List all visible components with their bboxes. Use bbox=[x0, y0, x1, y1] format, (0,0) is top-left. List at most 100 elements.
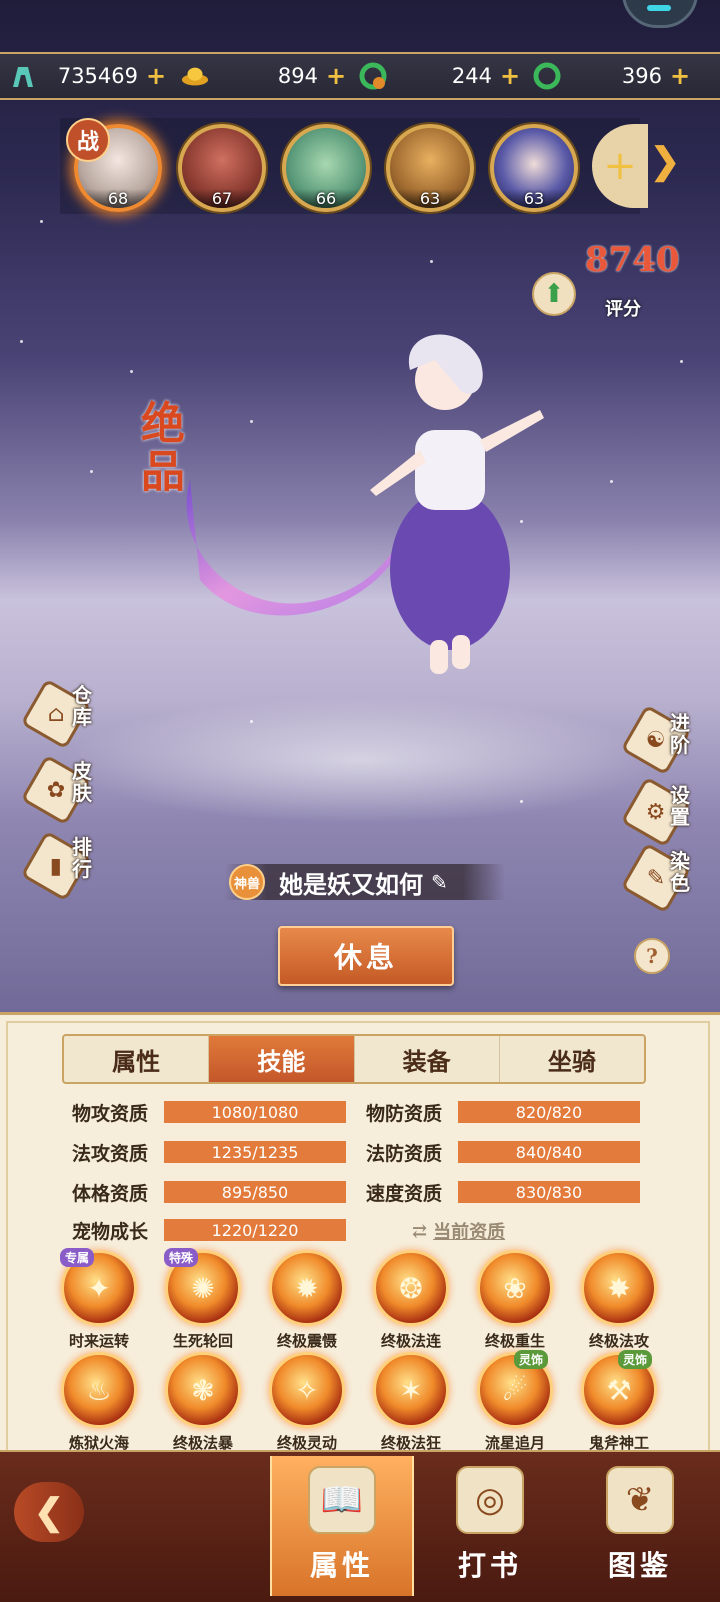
nav-label: 属性 bbox=[309, 1549, 374, 1582]
add-gold-button[interactable]: + bbox=[326, 62, 346, 90]
resource-gold: 894 + bbox=[180, 54, 350, 98]
skill-item[interactable]: ✶ 终极法狂 bbox=[366, 1352, 456, 1452]
stat-label: 法防资质 bbox=[366, 1142, 443, 1165]
side-label: 仓库 bbox=[72, 683, 92, 729]
pet-level: 63 bbox=[390, 189, 470, 208]
skill-item[interactable]: ❀ 终极重生 bbox=[470, 1250, 560, 1350]
skill-item[interactable]: ☄ 灵饰 流星追月 bbox=[470, 1350, 560, 1452]
house-icon: ⌂ bbox=[47, 701, 65, 727]
current-quality-label: 当前资质 bbox=[433, 1222, 506, 1243]
jade-ring-icon bbox=[532, 61, 562, 91]
yin-yang-icon: ☯ bbox=[646, 727, 666, 753]
skill-item[interactable]: ♨ 炼狱火海 bbox=[54, 1352, 144, 1452]
cat-book-icon: ❦ bbox=[606, 1466, 674, 1534]
skill-item[interactable]: ✧ 终极灵动 bbox=[262, 1352, 352, 1452]
add-jade-button[interactable]: + bbox=[670, 62, 690, 90]
stat-row: 法防资质 840/840 bbox=[366, 1140, 640, 1165]
tab-equipment[interactable]: 装备 bbox=[355, 1036, 500, 1082]
stat-row: 速度资质 830/830 bbox=[366, 1180, 640, 1205]
nav-attributes[interactable]: 📖 属性 bbox=[270, 1456, 414, 1596]
help-icon[interactable]: ? bbox=[634, 938, 670, 974]
stat-value: 840/840 bbox=[458, 1141, 640, 1163]
tab-mount[interactable]: 坐骑 bbox=[500, 1036, 644, 1082]
tab-attributes[interactable]: 属性 bbox=[64, 1036, 210, 1082]
pet-level: 63 bbox=[494, 189, 574, 208]
skill-item[interactable]: ❃ 终极法暴 bbox=[158, 1352, 248, 1452]
paw-icon: ✿ bbox=[46, 777, 66, 803]
add-bound-jade-button[interactable]: + bbox=[500, 62, 520, 90]
bound-jade-icon bbox=[358, 61, 388, 91]
skill-badge: 特殊 bbox=[164, 1248, 199, 1267]
gold-ingot-icon bbox=[180, 61, 210, 91]
skill-icon: ❂ bbox=[373, 1250, 449, 1326]
resource-bound-jade: 244 + bbox=[358, 54, 528, 98]
side-label: 皮肤 bbox=[72, 759, 92, 805]
side-label: 染色 bbox=[670, 849, 690, 895]
rest-button[interactable]: 休息 bbox=[278, 926, 454, 986]
tower-icon bbox=[8, 61, 38, 91]
pet-avatar[interactable]: 66 bbox=[282, 124, 370, 212]
stat-row: 宠物成长 1220/1220 bbox=[72, 1218, 346, 1243]
stat-value: 895/850 bbox=[164, 1181, 346, 1203]
nav-label: 图鉴 bbox=[607, 1549, 672, 1582]
pet-avatar[interactable]: 63 bbox=[490, 124, 578, 212]
stat-value: 1080/1080 bbox=[164, 1101, 346, 1123]
pet-level: 68 bbox=[78, 189, 158, 208]
battle-badge: 战 bbox=[66, 118, 110, 162]
resource-value: 735469 bbox=[57, 64, 138, 88]
chevron-right-icon[interactable]: ❯ bbox=[650, 140, 680, 182]
pet-tag-badge: 神兽 bbox=[229, 864, 265, 900]
nav-label: 打书 bbox=[457, 1549, 522, 1582]
nav-skill-book[interactable]: ◎ 打书 bbox=[420, 1456, 560, 1596]
skill-item[interactable]: ✹ 终极震慑 bbox=[262, 1250, 352, 1350]
swirl-icon: ◎ bbox=[456, 1466, 524, 1534]
skill-icon: ❀ bbox=[477, 1250, 553, 1326]
gear-icon: ⚙ bbox=[646, 799, 666, 825]
stat-value: 1220/1220 bbox=[164, 1219, 346, 1241]
stat-row: 体格资质 895/850 bbox=[72, 1180, 346, 1205]
palette-icon: ✎ bbox=[646, 865, 666, 891]
bar-chart-icon: ▮ bbox=[49, 853, 63, 879]
resource-value: 244 bbox=[451, 64, 492, 88]
skill-icon: ✧ bbox=[269, 1352, 345, 1428]
resource-jade: 396 + bbox=[532, 54, 712, 98]
score-value: 8740 bbox=[585, 240, 680, 280]
add-tower-button[interactable]: + bbox=[146, 62, 166, 90]
current-quality-toggle[interactable]: ⇄ 当前资质 bbox=[412, 1218, 505, 1244]
score-label: 评分 bbox=[605, 299, 641, 320]
stat-value: 820/820 bbox=[458, 1101, 640, 1123]
skill-badge: 专属 bbox=[60, 1248, 95, 1267]
back-button[interactable]: ❮ bbox=[14, 1482, 84, 1542]
skill-badge: 灵饰 bbox=[513, 1350, 548, 1369]
resource-tower: 735469 + bbox=[8, 54, 170, 98]
pet-avatar[interactable]: 67 bbox=[178, 124, 266, 212]
stat-label: 物防资质 bbox=[366, 1102, 443, 1125]
skill-item[interactable]: ✸ 终极法攻 bbox=[574, 1250, 664, 1350]
resource-value: 894 bbox=[277, 64, 318, 88]
pet-name-bar: 神兽 她是妖又如何 ✎ bbox=[225, 864, 505, 900]
skill-item[interactable]: ✺ 特殊 生死轮回 bbox=[158, 1248, 248, 1350]
stat-label: 速度资质 bbox=[366, 1182, 443, 1205]
skill-name: 终极法攻 bbox=[588, 1332, 649, 1350]
resource-value: 396 bbox=[621, 64, 662, 88]
nav-collection[interactable]: ❦ 图鉴 bbox=[570, 1456, 710, 1596]
skill-item[interactable]: ❂ 终极法连 bbox=[366, 1250, 456, 1350]
pet-character bbox=[186, 334, 544, 674]
side-label: 进阶 bbox=[670, 711, 690, 757]
back-arrow-icon: ❮ bbox=[33, 1491, 65, 1533]
skill-item[interactable]: ⚒ 灵饰 鬼斧神工 bbox=[574, 1350, 664, 1452]
upgrade-arrow-icon[interactable]: ⬆ bbox=[532, 272, 576, 316]
skill-icon: ✶ bbox=[373, 1352, 449, 1428]
skill-icon: ❃ bbox=[165, 1352, 241, 1428]
skill-badge: 灵饰 bbox=[617, 1350, 652, 1369]
edit-icon[interactable]: ✎ bbox=[431, 870, 448, 894]
tab-skills[interactable]: 技能 bbox=[209, 1036, 355, 1082]
side-label: 设置 bbox=[670, 783, 690, 829]
panel-tabs: 属性 技能 装备 坐骑 bbox=[62, 1034, 646, 1084]
stat-value: 1235/1235 bbox=[164, 1141, 346, 1163]
pet-level: 67 bbox=[182, 189, 262, 208]
pet-name: 她是妖又如何 bbox=[279, 869, 423, 899]
pet-avatar[interactable]: 63 bbox=[386, 124, 474, 212]
skill-item[interactable]: ✦ 专属 时来运转 bbox=[54, 1248, 144, 1350]
stat-value: 830/830 bbox=[458, 1181, 640, 1203]
